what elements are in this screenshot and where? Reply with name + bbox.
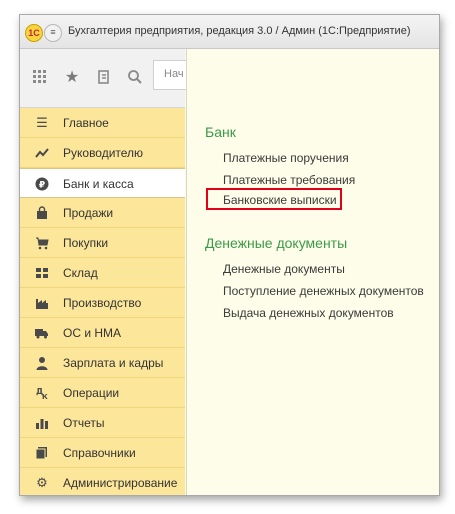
app-window: 1С ≡ Бухгалтерия предприятия, редакция 3… [19, 14, 440, 496]
books-icon [35, 446, 49, 460]
sidebar-item-production[interactable]: Производство [20, 288, 185, 318]
coin-icon: ₽ [35, 177, 49, 191]
cart-icon [35, 236, 49, 250]
star-icon[interactable]: ★ [63, 69, 81, 87]
person-icon [35, 356, 49, 370]
sidebar-item-label: Руководителю [63, 146, 144, 160]
bag-icon [35, 206, 49, 220]
bar-chart-icon-svg [36, 419, 48, 429]
bag-icon-svg [37, 206, 47, 219]
section-title-money-docs: Денежные документы [205, 235, 348, 251]
svg-text:К: К [42, 393, 48, 400]
history-icon[interactable] [95, 69, 113, 87]
window-title: Бухгалтерия предприятия, редакция 3.0 / … [68, 25, 411, 37]
trend-icon [35, 146, 49, 160]
sidebar-item-bank[interactable]: ₽ Банк и касса [20, 168, 185, 198]
sidebar-item-purchases[interactable]: Покупки [20, 228, 185, 258]
cart-icon-svg [36, 237, 49, 250]
sidebar-item-warehouse[interactable]: Склад [20, 258, 185, 288]
trend-icon-svg [35, 148, 49, 158]
section-title-bank: Банк [205, 124, 236, 140]
section-panel: Банк Платежные поручения Платежные требо… [186, 49, 439, 495]
sidebar-item-label: Главное [63, 116, 109, 130]
sidebar-item-operations[interactable]: ДК Операции [20, 378, 185, 408]
sidebar-item-label: Администрирование [63, 476, 178, 490]
person-icon-svg [36, 357, 48, 370]
sidebar-item-label: Банк и касса [63, 177, 134, 191]
sidebar: ☰ Главное Руководителю ₽ Банк и касса Пр… [20, 108, 185, 495]
truck-icon [35, 326, 49, 340]
sidebar-item-assets[interactable]: ОС и НМА [20, 318, 185, 348]
sidebar-item-label: Операции [63, 386, 120, 400]
main-menu-icon[interactable]: ≡ [44, 24, 62, 42]
sidebar-item-sales[interactable]: Продажи [20, 198, 185, 228]
sidebar-item-main[interactable]: ☰ Главное [20, 108, 185, 138]
link-payment-orders[interactable]: Платежные поручения [223, 151, 349, 165]
operations-icon-svg: ДК [36, 387, 48, 401]
sidebar-item-label: Склад [63, 266, 98, 280]
highlight-box [206, 188, 342, 210]
1c-logo-icon[interactable]: 1С [25, 24, 43, 42]
warehouse-icon-svg [36, 268, 48, 278]
factory-icon-svg [36, 299, 48, 309]
gear-icon: ⚙ [36, 475, 48, 490]
sidebar-item-label: Отчеты [63, 416, 105, 430]
warehouse-icon [35, 266, 49, 280]
books-icon-svg [35, 447, 47, 460]
link-money-docs-receipt[interactable]: Поступление денежных документов [223, 284, 424, 298]
link-money-docs[interactable]: Денежные документы [223, 262, 345, 276]
search-icon-svg [128, 70, 142, 84]
search-icon[interactable] [126, 69, 144, 87]
title-bar: 1С ≡ Бухгалтерия предприятия, редакция 3… [20, 15, 439, 49]
sidebar-item-label: ОС и НМА [63, 326, 122, 340]
grid-icon[interactable] [31, 69, 49, 87]
sidebar-item-label: Зарплата и кадры [63, 356, 164, 370]
link-payment-requests[interactable]: Платежные требования [223, 173, 355, 187]
truck-icon-svg [35, 329, 48, 339]
menu-lines-icon: ☰ [36, 115, 48, 130]
svg-text:₽: ₽ [39, 181, 45, 191]
sidebar-item-admin[interactable]: ⚙ Администрирование [20, 468, 185, 495]
operations-icon: ДК [35, 386, 49, 401]
coin-icon-svg: ₽ [35, 177, 49, 191]
sidebar-item-catalogs[interactable]: Справочники [20, 438, 185, 468]
sidebar-item-salary[interactable]: Зарплата и кадры [20, 348, 185, 378]
history-icon-svg [98, 70, 109, 84]
sidebar-item-label: Покупки [63, 236, 109, 250]
sidebar-item-manager[interactable]: Руководителю [20, 138, 185, 168]
factory-icon [35, 296, 49, 310]
sidebar-item-label: Справочники [63, 446, 136, 460]
grid-icon-svg [33, 70, 46, 83]
bar-chart-icon [35, 416, 49, 430]
sidebar-item-reports[interactable]: Отчеты [20, 408, 185, 438]
sidebar-item-label: Производство [63, 296, 142, 310]
link-money-docs-issue[interactable]: Выдача денежных документов [223, 306, 394, 320]
sidebar-item-label: Продажи [63, 206, 114, 220]
